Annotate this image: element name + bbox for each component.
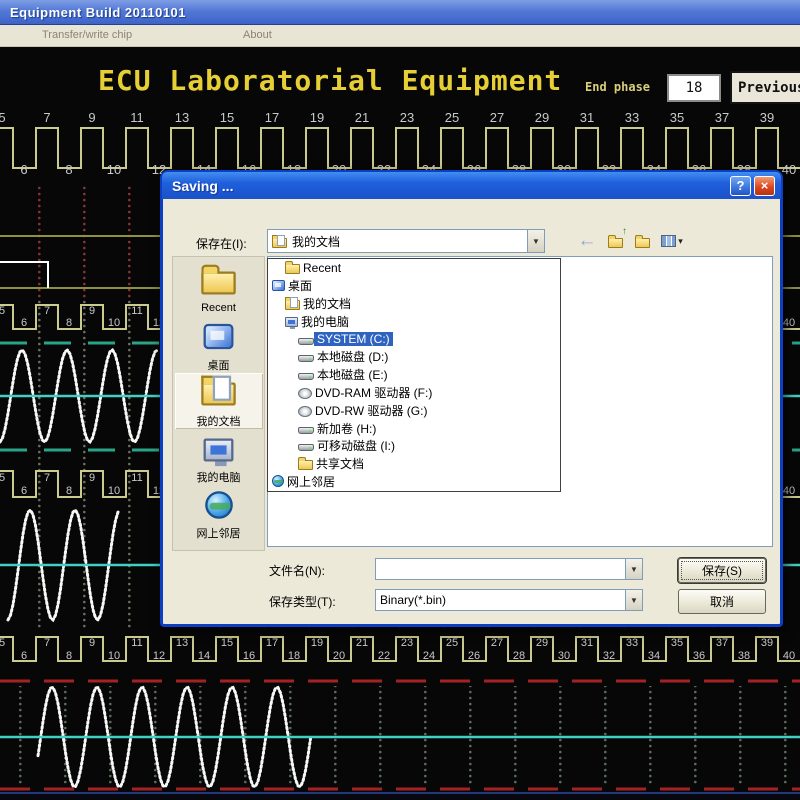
app-title: ECU Laboratorial Equipment	[98, 64, 562, 97]
tree-item-label: 本地磁盘 (D:)	[314, 348, 391, 365]
place-item[interactable]: 桌面	[175, 317, 263, 373]
drive-icon	[298, 338, 314, 345]
tree-item-label: 网上邻居	[284, 473, 338, 490]
help-icon[interactable]: ?	[730, 176, 751, 196]
tree-item-label: 我的电脑	[298, 313, 352, 330]
drive-icon	[298, 373, 314, 380]
place-item[interactable]: 我的文档	[175, 373, 263, 429]
tree-item-label: Recent	[300, 261, 344, 275]
place-label: 我的文档	[197, 413, 241, 429]
docs-icon	[201, 383, 236, 406]
docs-icon	[285, 300, 300, 310]
file-name-dropdown-icon[interactable]: ▼	[625, 559, 642, 579]
tree-item-label: 可移动磁盘 (I:)	[314, 437, 398, 454]
screen: Equipment Build 20110101 Transfer/write …	[0, 0, 800, 800]
place-label: 桌面	[208, 357, 230, 373]
dialog-body: 保存在(I): 我的文档 ▼ ← ↑ ▾ Recent桌面我的文档我的电脑网上邻…	[163, 199, 780, 624]
cd-icon	[298, 406, 312, 416]
tree-item-label: 我的文档	[300, 295, 354, 312]
tree-item[interactable]: 本地磁盘 (D:)	[268, 348, 560, 366]
up-folder-icon[interactable]: ↑	[603, 229, 627, 253]
cancel-button[interactable]: 取消	[678, 589, 766, 614]
save-dialog: Saving ... ? × 保存在(I): 我的文档 ▼ ← ↑ ▾	[160, 170, 783, 627]
tree-item[interactable]: 我的电脑	[268, 312, 560, 330]
tree-item-label: 桌面	[285, 277, 315, 294]
network-icon	[272, 475, 284, 487]
tree-item[interactable]: Recent	[268, 259, 560, 277]
desktop-icon	[204, 324, 234, 349]
save-in-dropdown-icon[interactable]: ▼	[527, 230, 544, 252]
tree-item-label: 本地磁盘 (E:)	[314, 366, 391, 383]
folder-icon	[285, 264, 300, 274]
menu-bar: Transfer/write chip About	[0, 25, 800, 47]
network-icon	[205, 491, 233, 519]
file-type-value: Binary(*.bin)	[380, 593, 446, 607]
places-bar: Recent 桌面我的文档我的电脑网上邻居	[172, 256, 265, 551]
close-icon[interactable]: ×	[754, 176, 775, 196]
folder-icon	[298, 460, 313, 470]
place-label: 我的电脑	[197, 469, 241, 485]
place-item[interactable]: Recent	[175, 261, 263, 317]
file-type-label: 保存类型(T):	[269, 593, 336, 610]
end-phase-label: End phase	[585, 80, 650, 94]
computer-icon	[204, 438, 234, 461]
dialog-titlebar[interactable]: Saving ... ? ×	[162, 172, 781, 199]
cd-icon	[298, 388, 312, 398]
tree-item[interactable]: DVD-RW 驱动器 (G:)	[268, 401, 560, 419]
save-in-label: 保存在(I):	[196, 235, 247, 252]
save-button[interactable]: 保存(S)	[678, 558, 766, 583]
menu-item-about[interactable]: About	[243, 29, 272, 41]
place-label: 网上邻居	[197, 525, 241, 541]
place-label: Recent	[201, 302, 236, 314]
place-item[interactable]: 我的电脑	[175, 429, 263, 485]
tree-item-label: DVD-RAM 驱动器 (F:)	[312, 384, 435, 401]
tree-item[interactable]: 我的文档	[268, 295, 560, 313]
tree-item[interactable]: SYSTEM (C:)	[268, 330, 560, 348]
save-in-combo[interactable]: 我的文档 ▼	[267, 229, 545, 253]
back-icon[interactable]: ←	[575, 229, 599, 253]
previous-button[interactable]: Previous	[730, 71, 800, 104]
file-name-input[interactable]	[380, 559, 625, 579]
window-titlebar[interactable]: Equipment Build 20110101	[0, 0, 800, 25]
tree-item[interactable]: 新加卷 (H:)	[268, 419, 560, 437]
file-name-label: 文件名(N):	[269, 562, 325, 579]
drive-icon	[298, 427, 314, 434]
file-type-dropdown-icon[interactable]: ▼	[625, 590, 642, 610]
tree-item[interactable]: 网上邻居	[268, 473, 560, 491]
save-in-value: 我的文档	[292, 233, 340, 250]
tree-item-label: SYSTEM (C:)	[314, 332, 393, 346]
folder-icon	[201, 271, 236, 294]
folder-tree-dropdown: Recent 桌面我的文档我的电脑 SYSTEM (C:) 本地磁盘 (D:)本地磁盘…	[267, 258, 561, 492]
tree-item-label: 新加卷 (H:)	[314, 420, 379, 437]
view-menu-icon[interactable]: ▾	[656, 229, 688, 253]
computer-icon	[285, 317, 298, 327]
tree-item-label: 共享文档	[313, 455, 367, 472]
file-name-combo[interactable]: ▼	[375, 558, 643, 580]
tree-item[interactable]: 本地磁盘 (E:)	[268, 366, 560, 384]
place-item[interactable]: 网上邻居	[175, 485, 263, 541]
drive-icon	[298, 355, 314, 362]
dialog-title: Saving ...	[168, 178, 727, 194]
desktop-icon	[272, 280, 285, 291]
file-type-combo[interactable]: Binary(*.bin) ▼	[375, 589, 643, 611]
tree-item[interactable]: 桌面	[268, 277, 560, 295]
new-folder-icon[interactable]	[630, 229, 654, 253]
tree-item[interactable]: 共享文档	[268, 455, 560, 473]
my-documents-icon	[272, 238, 287, 248]
tree-item[interactable]: 可移动磁盘 (I:)	[268, 437, 560, 455]
drive-icon	[298, 444, 314, 451]
end-phase-input[interactable]	[667, 74, 721, 102]
tree-item[interactable]: DVD-RAM 驱动器 (F:)	[268, 384, 560, 402]
menu-item-transfer-write-chip[interactable]: Transfer/write chip	[42, 29, 132, 41]
tree-item-label: DVD-RW 驱动器 (G:)	[312, 402, 430, 419]
window-title: Equipment Build 20110101	[0, 5, 186, 20]
